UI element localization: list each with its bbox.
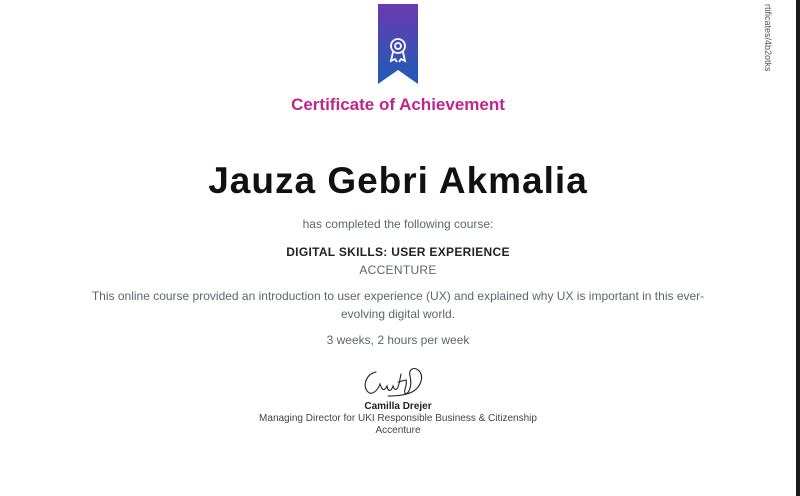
award-ribbon <box>378 4 418 84</box>
signatory-title: Managing Director for UKI Responsible Bu… <box>259 413 537 424</box>
course-title: DIGITAL SKILLS: USER EXPERIENCE <box>286 245 510 259</box>
completion-statement: has completed the following course: <box>302 217 494 231</box>
course-provider: ACCENTURE <box>359 263 437 277</box>
certificate-url: rtificates/4b2otks <box>763 4 773 72</box>
course-description: This online course provided an introduct… <box>91 289 705 321</box>
certificate: Certificate of Achievement Jauza Gebri A… <box>0 0 796 496</box>
learner-name: Jauza Gebri Akmalia <box>208 160 588 201</box>
signatory-organization: Accenture <box>375 425 421 436</box>
certificate-heading: Certificate of Achievement <box>291 95 505 114</box>
signature-image <box>364 367 423 397</box>
window-edge <box>796 0 800 496</box>
course-duration: 3 weeks, 2 hours per week <box>326 333 470 347</box>
signatory-name: Camilla Drejer <box>364 401 432 412</box>
